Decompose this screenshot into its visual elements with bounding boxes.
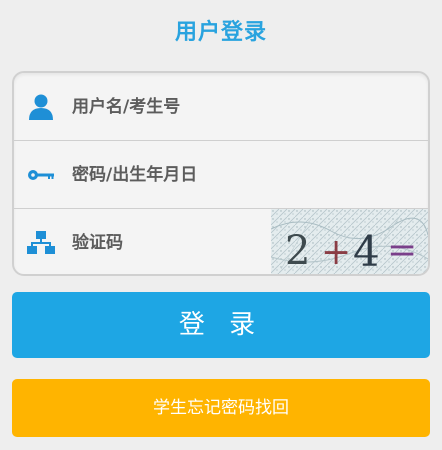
username-row	[14, 73, 428, 141]
captcha-row: 2 + 4 =	[14, 209, 428, 275]
svg-text:=: =	[387, 230, 417, 271]
login-button[interactable]: 登 录	[12, 292, 430, 358]
captcha-image[interactable]: 2 + 4 =	[270, 209, 428, 275]
password-row	[14, 141, 428, 209]
login-form: 2 + 4 =	[12, 71, 430, 276]
svg-text:2: 2	[285, 228, 310, 274]
user-icon	[26, 92, 56, 122]
forgot-password-button[interactable]: 学生忘记密码找回	[12, 379, 430, 437]
svg-text:+: +	[321, 232, 351, 273]
username-input[interactable]	[72, 91, 272, 123]
svg-text:4: 4	[353, 227, 380, 275]
password-input[interactable]	[72, 159, 402, 191]
sitemap-icon	[26, 228, 56, 258]
key-icon	[26, 160, 56, 190]
page-title: 用户登录	[174, 20, 267, 45]
captcha-input[interactable]	[72, 227, 252, 259]
